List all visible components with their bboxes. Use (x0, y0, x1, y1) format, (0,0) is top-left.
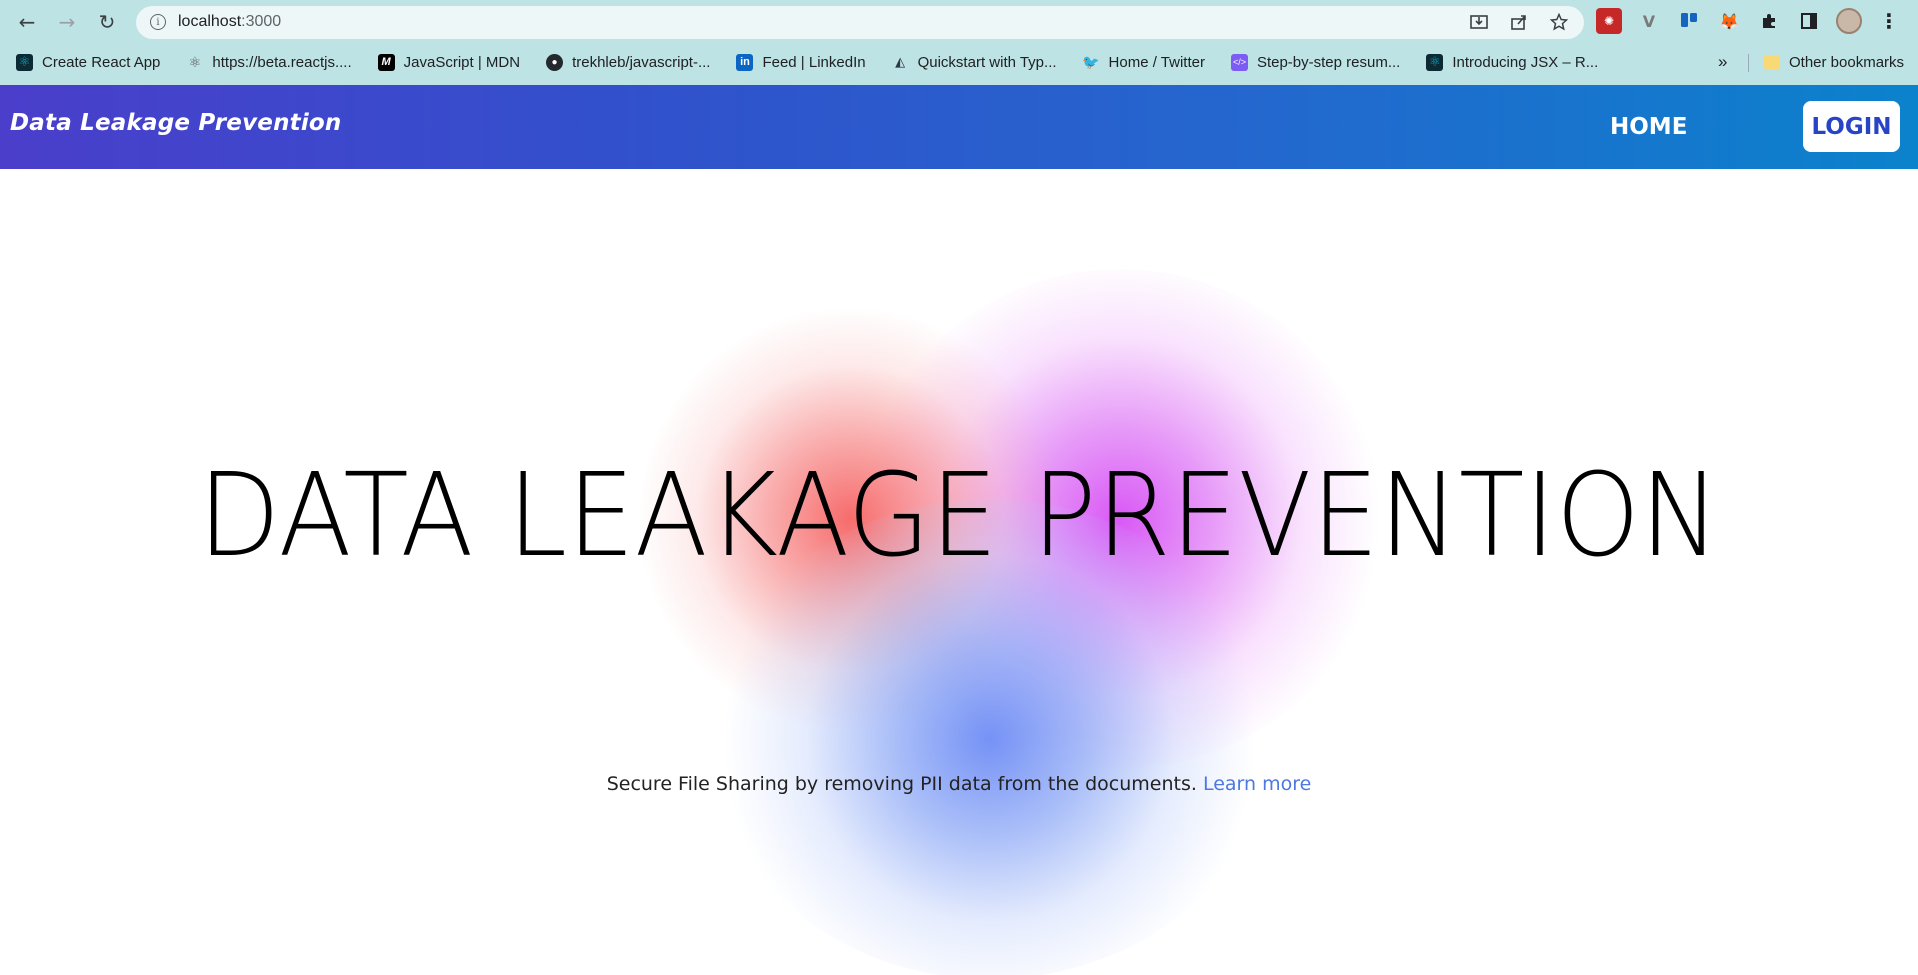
bookmark-label: trekhleb/javascript-... (572, 53, 711, 71)
nav-home-link[interactable]: HOME (1610, 114, 1687, 140)
browser-menu-icon[interactable]: ⋮ (1876, 8, 1902, 34)
code-icon: </> (1230, 53, 1248, 71)
url-port: :3000 (241, 13, 282, 30)
url-host: localhost (178, 13, 242, 30)
extension-red-icon[interactable]: ✺ (1596, 8, 1622, 34)
address-bar-url[interactable]: localhost:3000 (178, 13, 281, 31)
bookmark-item[interactable]: ◭ Quickstart with Typ... (876, 47, 1067, 77)
address-bar-actions (1468, 11, 1570, 33)
back-button[interactable]: ← (13, 8, 41, 36)
extensions-puzzle-icon[interactable] (1756, 8, 1782, 34)
bookmark-item[interactable]: in Feed | LinkedIn (720, 47, 875, 77)
install-icon[interactable] (1468, 11, 1490, 33)
hero-title: DATA LEAKAGE PREVENTION (197, 449, 1721, 583)
app-header: Data Leakage Prevention HOME LOGIN (0, 85, 1918, 169)
extension-vue-icon[interactable]: V (1636, 8, 1662, 34)
bookmark-label: Introducing JSX – R... (1452, 53, 1599, 71)
metamask-fox-icon[interactable]: 🦊 (1716, 8, 1742, 34)
login-button[interactable]: LOGIN (1803, 101, 1900, 152)
forward-arrow-icon: → (58, 10, 76, 34)
hero-section: DATA LEAKAGE PREVENTION (0, 169, 1918, 975)
bookmark-item[interactable]: ⚛ https://beta.reactjs.... (170, 47, 361, 77)
site-info-icon[interactable]: i (150, 14, 166, 30)
react-icon: ⚛ (1426, 53, 1444, 71)
bookmark-label: Quickstart with Typ... (917, 53, 1057, 71)
bookmarks-bar: ⚛ Create React App ⚛ https://beta.reactjs.… (0, 47, 1918, 77)
bookmark-label: https://beta.reactjs.... (212, 53, 352, 71)
extensions-area: ✺ V 🦊 ⋮ (1596, 8, 1902, 34)
back-arrow-icon: ← (18, 10, 36, 34)
address-bar[interactable]: i localhost:3000 (136, 6, 1584, 39)
side-panel-icon[interactable] (1796, 8, 1822, 34)
bookmark-label: Home / Twitter (1108, 53, 1205, 71)
bookmarks-overflow-button[interactable]: » (1718, 47, 1727, 77)
profile-avatar[interactable] (1836, 8, 1862, 34)
learn-more-link[interactable]: Learn more (1203, 773, 1311, 795)
github-icon: ● (546, 53, 564, 71)
twitter-icon: 🐦 (1082, 53, 1100, 70)
bookmark-item[interactable]: ⚛ Introducing JSX – R... (1410, 47, 1608, 77)
react-atom-icon: ⚛ (188, 53, 202, 70)
react-icon: ⚛ (16, 53, 33, 71)
extension-trello-icon[interactable] (1676, 8, 1702, 34)
bookmark-item[interactable]: 🐦 Home / Twitter (1067, 47, 1215, 77)
tagline-text: Secure File Sharing by removing PII data… (606, 773, 1197, 795)
other-bookmarks-folder[interactable]: Other bookmarks (1758, 47, 1904, 77)
reload-icon: ↻ (98, 10, 116, 34)
browser-chrome: ← → ↻ i localhost:3000 ✺ V 🦊 ⋮ ⚛ Create … (0, 0, 1918, 85)
bookmark-label: JavaScript | MDN (403, 53, 521, 71)
linkedin-icon: in (736, 53, 754, 71)
share-icon[interactable] (1508, 11, 1530, 33)
bookmark-label: Create React App (42, 53, 161, 71)
bookmark-label: Step-by-step resum... (1256, 53, 1401, 71)
hero-tagline: Secure File Sharing by removing PII data… (0, 773, 1918, 795)
forward-button[interactable]: → (53, 8, 81, 36)
folder-icon (1764, 55, 1780, 69)
bookmark-item[interactable]: </> Step-by-step resum... (1215, 47, 1410, 77)
bookmark-star-icon[interactable] (1548, 11, 1570, 33)
prisma-icon: ◭ (895, 54, 906, 69)
bookmark-item[interactable]: ● trekhleb/javascript-... (530, 47, 720, 77)
bookmark-label: Feed | LinkedIn (762, 53, 866, 71)
bookmark-item[interactable]: M JavaScript | MDN (362, 47, 530, 77)
reload-button[interactable]: ↻ (93, 8, 121, 36)
browser-toolbar: ← → ↻ i localhost:3000 ✺ V 🦊 ⋮ (0, 0, 1918, 44)
bookmarks-divider (1748, 54, 1749, 72)
brand-logo-text[interactable]: Data Leakage Prevention (10, 110, 342, 136)
other-bookmarks-label: Other bookmarks (1789, 53, 1905, 71)
bookmark-item[interactable]: ⚛ Create React App (0, 47, 170, 77)
mdn-icon: M (377, 53, 395, 71)
